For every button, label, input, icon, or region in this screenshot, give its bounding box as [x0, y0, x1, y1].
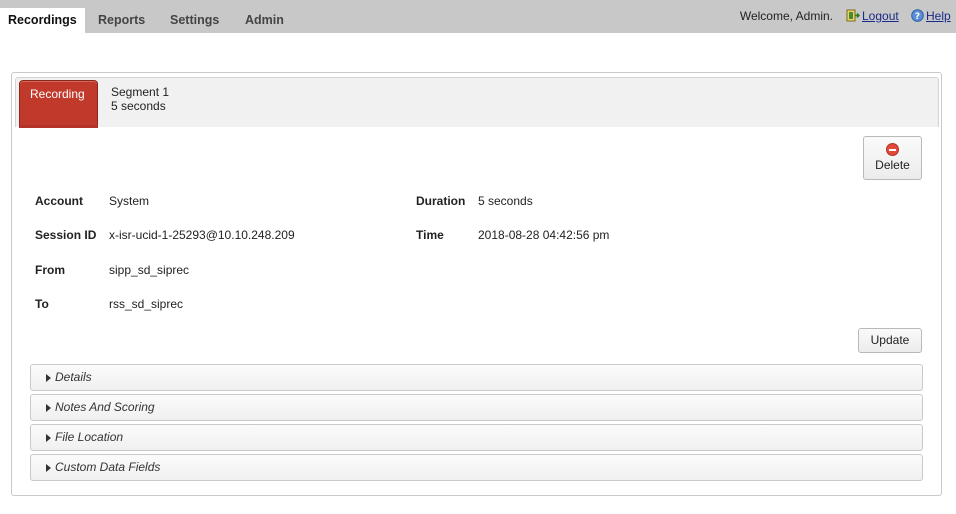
file-location-section[interactable]: File Location — [30, 424, 923, 451]
nav-tab-admin[interactable]: Admin — [245, 0, 284, 33]
file-location-label: File Location — [55, 430, 124, 444]
from-value: sipp_sd_siprec — [109, 263, 190, 277]
welcome-text: Welcome, Admin. — [739, 9, 833, 23]
delete-label: Delete — [875, 158, 910, 172]
help-icon: ? — [911, 9, 924, 25]
logout-icon — [846, 9, 861, 25]
to-value: rss_sd_siprec — [109, 297, 184, 311]
delete-icon — [886, 143, 899, 156]
account-label: Account — [35, 194, 83, 208]
caret-right-icon — [46, 464, 51, 472]
from-label: From — [35, 263, 65, 277]
time-label: Time — [416, 228, 444, 242]
notes-scoring-label: Notes And Scoring — [55, 400, 155, 414]
duration-value: 5 seconds — [478, 194, 533, 208]
segment-item[interactable]: Segment 1 5 seconds — [111, 85, 169, 113]
to-label: To — [35, 297, 49, 311]
segment-bar: Recording Segment 1 5 seconds — [15, 77, 939, 128]
details-section[interactable]: Details — [30, 364, 923, 391]
help-link[interactable]: ? Help — [911, 9, 951, 25]
segment-duration: 5 seconds — [111, 99, 166, 113]
logout-label: Logout — [862, 9, 899, 23]
logout-link[interactable]: Logout — [846, 9, 899, 25]
custom-data-fields-section[interactable]: Custom Data Fields — [30, 454, 923, 481]
nav-tab-recordings[interactable]: Recordings — [0, 8, 85, 33]
duration-label: Duration — [416, 194, 466, 208]
session-id-label: Session ID — [35, 228, 97, 242]
time-value: 2018-08-28 04:42:56 pm — [478, 228, 610, 242]
caret-right-icon — [46, 374, 51, 382]
recording-tab[interactable]: Recording — [19, 80, 98, 128]
help-label: Help — [926, 9, 951, 23]
notes-scoring-section[interactable]: Notes And Scoring — [30, 394, 923, 421]
svg-text:?: ? — [915, 12, 920, 22]
delete-button[interactable]: Delete — [863, 136, 922, 180]
session-id-value: x-isr-ucid-1-25293@10.10.248.209 — [109, 228, 295, 242]
caret-right-icon — [46, 404, 51, 412]
top-nav-bar: Recordings Reports Settings Admin Welcom… — [0, 0, 956, 33]
custom-data-fields-label: Custom Data Fields — [55, 460, 161, 474]
update-button[interactable]: Update — [858, 328, 922, 353]
details-label: Details — [55, 370, 92, 384]
nav-tab-settings[interactable]: Settings — [170, 0, 219, 33]
account-value: System — [109, 194, 150, 208]
segment-title: Segment 1 — [111, 85, 170, 99]
nav-tab-reports[interactable]: Reports — [98, 0, 145, 33]
recording-panel: Recording Segment 1 5 seconds Delete Acc… — [11, 72, 942, 496]
caret-right-icon — [46, 434, 51, 442]
